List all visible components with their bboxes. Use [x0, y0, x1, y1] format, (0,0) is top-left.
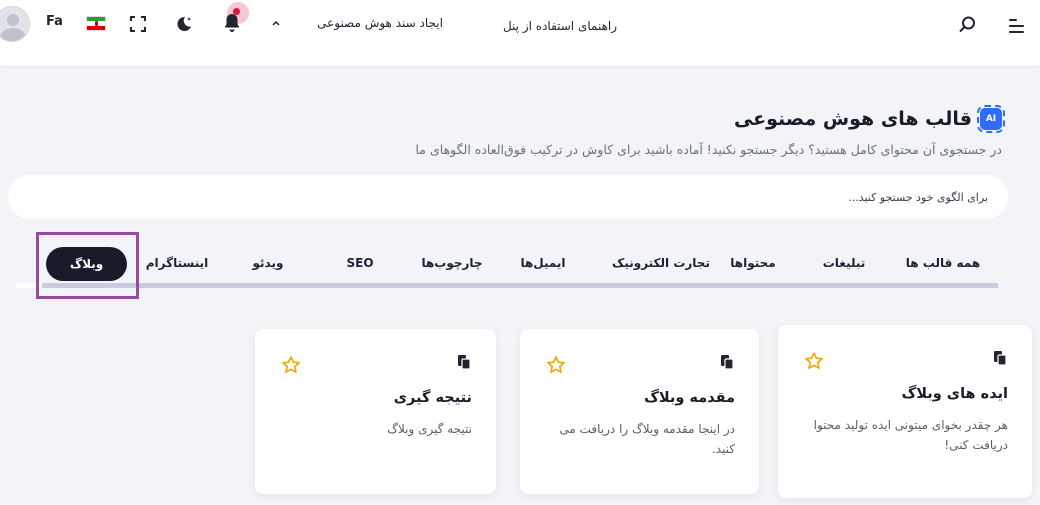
template-card-conclusion[interactable]: نتیجه گیری نتیجه گیری وبلاگ	[255, 329, 496, 494]
bell-icon	[224, 14, 240, 32]
tabs-scrollbar[interactable]	[16, 283, 998, 288]
template-search-input[interactable]	[8, 175, 1008, 219]
card-title: ایده های وبلاگ	[901, 386, 1008, 402]
page-title: قالب های هوش مصنوعی	[733, 108, 972, 130]
ai-badge-icon: AI	[977, 105, 1005, 133]
star-icon[interactable]	[546, 355, 566, 375]
menu-icon[interactable]	[1007, 16, 1027, 36]
tab-ecommerce[interactable]: تجارت الکترونیک	[612, 256, 710, 270]
template-search-box	[8, 175, 1008, 219]
copy-icon[interactable]	[992, 350, 1008, 366]
copy-icon[interactable]	[719, 354, 735, 370]
page-title-row: AI قالب های هوش مصنوعی	[733, 105, 1005, 133]
top-header: Fa ایجاد سند هوش مصنوعی راهنمای استفاده …	[0, 0, 1040, 66]
notification-bell[interactable]	[220, 2, 249, 36]
card-title: نتیجه گیری	[393, 390, 472, 406]
card-description: در اینجا مقدمه وبلاگ را دریافت می کنید.	[559, 422, 735, 456]
selection-highlight-box	[36, 232, 139, 299]
search-icon[interactable]	[957, 15, 977, 35]
chevron-up-icon[interactable]	[270, 18, 282, 28]
fullscreen-icon[interactable]	[130, 16, 146, 32]
tab-frameworks[interactable]: چارچوب‌ها	[421, 256, 482, 270]
copy-icon[interactable]	[456, 354, 472, 370]
tab-ads[interactable]: تبلیغات	[823, 256, 866, 270]
create-ai-document-menu[interactable]: ایجاد سند هوش مصنوعی	[305, 13, 455, 33]
template-card-blog-intro[interactable]: مقدمه وبلاگ در اینجا مقدمه وبلاگ را دریا…	[520, 329, 759, 494]
page-subtitle: در جستجوی آن محتوای کامل هستید؟ دیگر جست…	[415, 142, 1003, 157]
avatar[interactable]	[0, 6, 30, 42]
notification-dot	[233, 8, 240, 15]
card-description: نتیجه گیری وبلاگ	[387, 422, 472, 436]
panel-guide-link[interactable]: راهنمای استفاده از پنل	[485, 16, 635, 36]
card-description: هر چقدر بخوای میتونی ایده تولید محتوا در…	[813, 418, 1008, 452]
moon-icon[interactable]	[174, 14, 194, 34]
tab-emails[interactable]: ایمیل‌ها	[520, 256, 565, 270]
tab-seo[interactable]: SEO	[346, 256, 373, 270]
tab-instagram[interactable]: اینستاگرام	[146, 256, 208, 270]
star-icon[interactable]	[281, 355, 301, 375]
template-card-blog-ideas[interactable]: ایده های وبلاگ هر چقدر بخوای میتونی ایده…	[778, 325, 1032, 498]
tab-contents[interactable]: محتواها	[730, 256, 775, 270]
iran-flag-icon[interactable]	[86, 16, 106, 31]
card-title: مقدمه وبلاگ	[644, 390, 735, 406]
language-switch[interactable]: Fa	[46, 14, 63, 29]
star-icon[interactable]	[804, 351, 824, 371]
tab-video[interactable]: ویدئو	[253, 256, 284, 270]
tab-all-templates[interactable]: همه قالب ها	[906, 256, 980, 270]
